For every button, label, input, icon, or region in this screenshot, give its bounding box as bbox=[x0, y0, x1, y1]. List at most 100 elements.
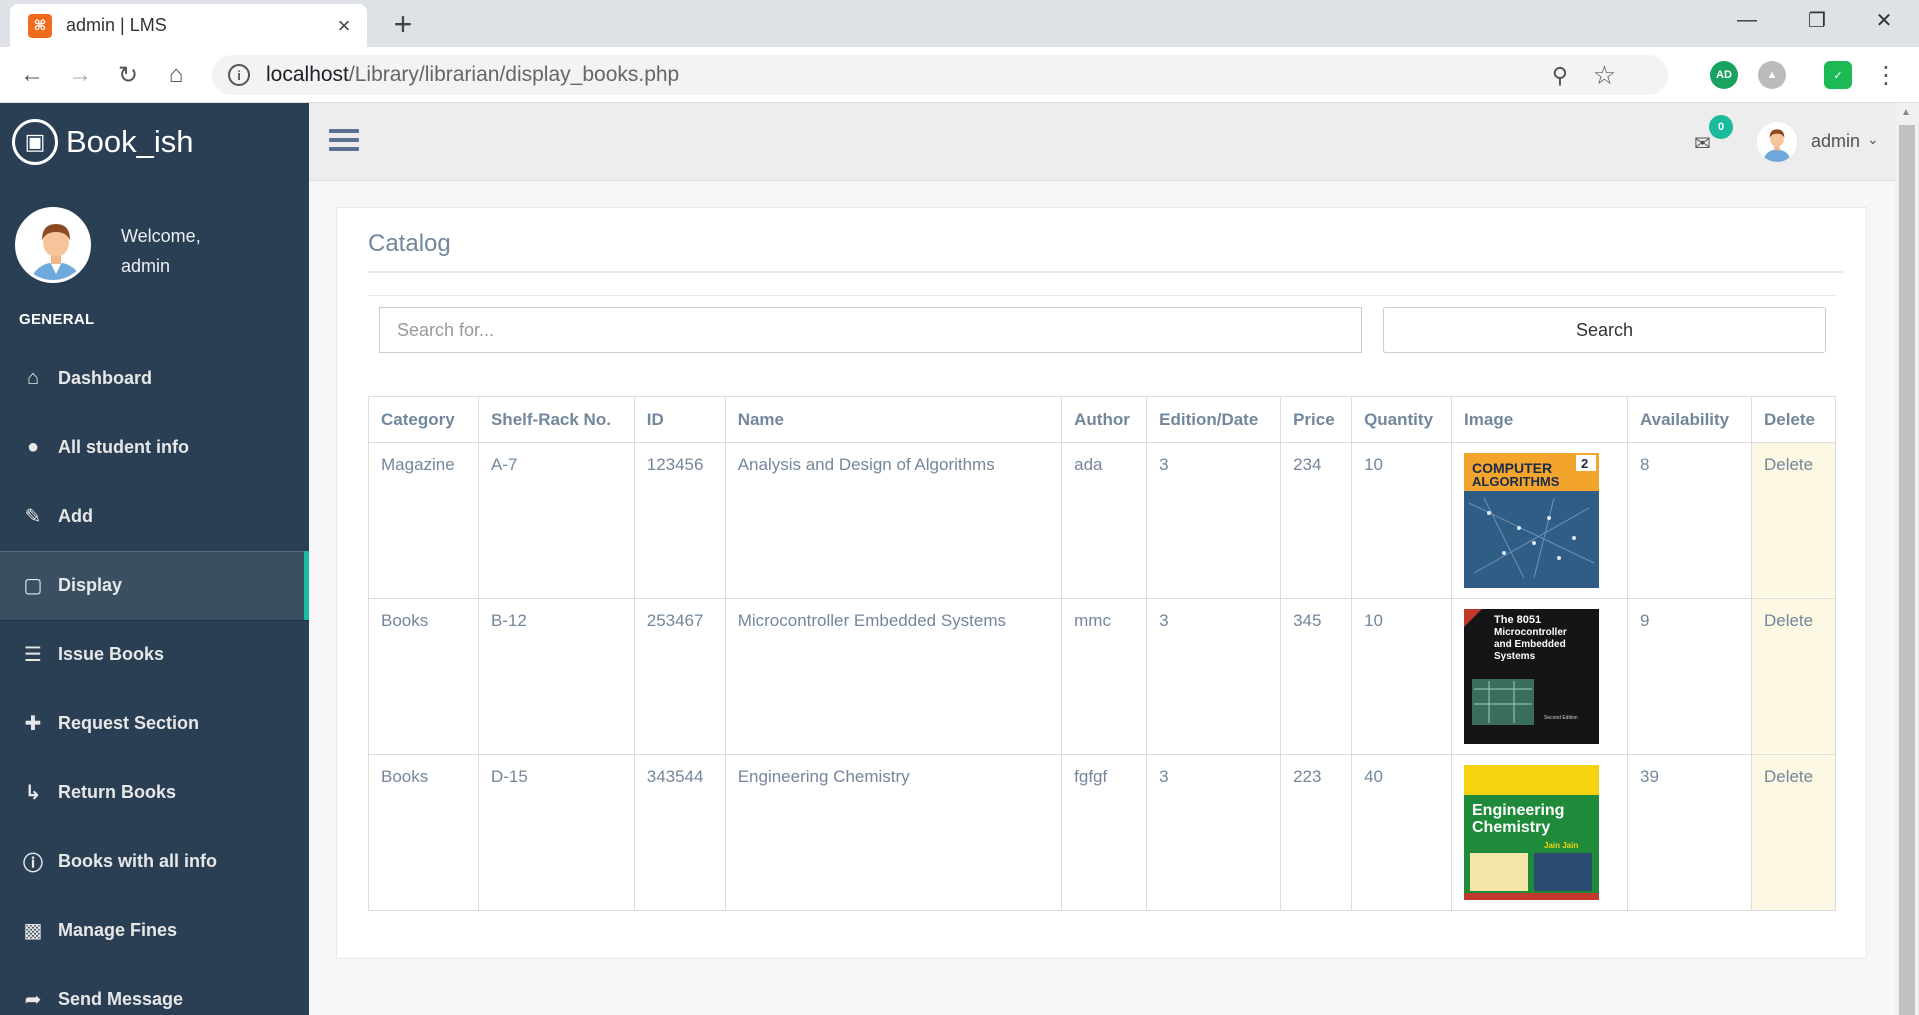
minimize-icon[interactable]: — bbox=[1712, 0, 1782, 40]
delete-link[interactable]: Delete bbox=[1750, 442, 1837, 599]
book-cover-engineering-chemistry: Engineering Chemistry Jain Jain bbox=[1464, 765, 1600, 900]
user-menu-name[interactable]: admin bbox=[1811, 131, 1860, 152]
close-tab-icon[interactable]: × bbox=[329, 13, 359, 39]
restore-icon[interactable]: ❐ bbox=[1782, 0, 1852, 40]
sidebar-item-send-message[interactable]: ➦ Send Message bbox=[0, 965, 309, 1015]
column-header: Availability bbox=[1627, 396, 1752, 443]
svg-text:Chemistry: Chemistry bbox=[1472, 819, 1550, 836]
drive-extension-icon[interactable]: ▲ bbox=[1758, 61, 1786, 89]
top-nav: ✉ 0 admin ⌄ bbox=[309, 103, 1895, 181]
name-cell: Analysis and Design of Algorithms bbox=[724, 442, 1063, 599]
scroll-thumb[interactable] bbox=[1899, 125, 1915, 1015]
book-cover-8051-microcontroller: The 8051 Microcontroller and Embedded Sy… bbox=[1464, 609, 1600, 744]
column-header: Edition/Date bbox=[1146, 396, 1282, 443]
mail-icon[interactable]: ✉ bbox=[1694, 131, 1711, 156]
plus-icon: ✚ bbox=[24, 713, 42, 735]
sidebar-item-issue-books[interactable]: ☰ Issue Books bbox=[0, 620, 309, 689]
sidebar-item-display[interactable]: ▢ Display bbox=[0, 551, 309, 620]
svg-text:and Embedded: and Embedded bbox=[1494, 639, 1566, 650]
sidebar-item-request-section[interactable]: ✚ Request Section bbox=[0, 689, 309, 758]
browser-tab-strip: ⌘ admin | LMS × + — ❐ ✕ bbox=[0, 0, 1919, 47]
search-button[interactable]: Search bbox=[1383, 307, 1826, 353]
browser-menu-icon[interactable]: ⋮ bbox=[1868, 57, 1904, 93]
home-icon[interactable]: ⌂ bbox=[158, 57, 194, 93]
browser-tab[interactable]: ⌘ admin | LMS × bbox=[10, 4, 367, 47]
brand-name: Book_ish bbox=[66, 124, 194, 159]
svg-text:Engineering: Engineering bbox=[1472, 802, 1564, 819]
quantity-cell: 40 bbox=[1351, 754, 1453, 911]
column-header: Quantity bbox=[1351, 396, 1453, 443]
bookmark-star-icon[interactable]: ☆ bbox=[1593, 60, 1616, 91]
user-avatar[interactable] bbox=[1757, 122, 1797, 162]
page-title: Catalog bbox=[368, 230, 451, 257]
column-header: Shelf-Rack No. bbox=[477, 396, 635, 443]
new-tab-icon[interactable]: + bbox=[388, 6, 418, 43]
name-cell: Engineering Chemistry bbox=[724, 754, 1063, 911]
sidebar-item-return-books[interactable]: ↳ Return Books bbox=[0, 758, 309, 827]
category-cell: Books bbox=[368, 754, 479, 911]
mail-count-badge: 0 bbox=[1709, 115, 1733, 139]
column-header: Delete bbox=[1750, 396, 1837, 443]
address-bar[interactable]: i localhost/Library/librarian/display_bo… bbox=[212, 55, 1668, 95]
column-header: Author bbox=[1061, 396, 1148, 443]
sidebar-item-dashboard[interactable]: ⌂ Dashboard bbox=[0, 344, 309, 413]
money-icon: ▩ bbox=[23, 920, 43, 942]
site-info-icon[interactable]: i bbox=[228, 64, 250, 86]
page-scrollbar[interactable]: ▲ bbox=[1895, 103, 1919, 1015]
book-cover-computer-algorithms: COMPUTER ALGORITHMS 2 bbox=[1464, 453, 1600, 588]
column-header: Name bbox=[724, 396, 1063, 443]
profile-avatar bbox=[15, 207, 91, 283]
welcome-text: Welcome, admin bbox=[121, 221, 201, 281]
column-header: Image bbox=[1451, 396, 1628, 443]
chevron-down-icon[interactable]: ⌄ bbox=[1867, 131, 1879, 148]
search-input[interactable] bbox=[379, 307, 1362, 353]
column-header: Price bbox=[1280, 396, 1353, 443]
quantity-cell: 10 bbox=[1351, 598, 1453, 755]
back-icon[interactable]: ← bbox=[14, 57, 50, 93]
quantity-cell: 10 bbox=[1351, 442, 1453, 599]
edit-icon: ✎ bbox=[24, 506, 42, 528]
svg-text:Systems: Systems bbox=[1494, 651, 1536, 662]
level-down-icon: ↳ bbox=[24, 782, 42, 804]
catalog-panel: Catalog Search Category Shelf-Rack No. I… bbox=[336, 207, 1867, 959]
availability-cell: 9 bbox=[1627, 598, 1752, 755]
delete-link[interactable]: Delete bbox=[1750, 754, 1837, 911]
edition-cell: 3 bbox=[1146, 442, 1282, 599]
sidebar-item-manage-fines[interactable]: ▩ Manage Fines bbox=[0, 896, 309, 965]
id-cell: 343544 bbox=[633, 754, 726, 911]
user-icon: ● bbox=[26, 436, 40, 458]
availability-cell: 8 bbox=[1627, 442, 1752, 599]
svg-text:The 8051: The 8051 bbox=[1494, 614, 1541, 626]
welcome-username: admin bbox=[121, 256, 171, 276]
adblock-extension-icon[interactable]: AD bbox=[1710, 61, 1738, 89]
image-cell: Engineering Chemistry Jain Jain bbox=[1451, 754, 1628, 911]
availability-cell: 39 bbox=[1627, 754, 1752, 911]
edition-cell: 3 bbox=[1146, 598, 1282, 755]
shield-extension-icon[interactable]: ✓ bbox=[1824, 61, 1852, 89]
close-window-icon[interactable]: ✕ bbox=[1849, 0, 1919, 40]
share-icon: ➦ bbox=[24, 989, 42, 1011]
reload-icon[interactable]: ↻ bbox=[110, 57, 146, 93]
menu-toggle-icon[interactable] bbox=[329, 129, 359, 156]
delete-link[interactable]: Delete bbox=[1750, 598, 1837, 755]
brand-logo[interactable]: ▣ Book_ish bbox=[12, 119, 194, 165]
sidebar-item-books-with-all-info[interactable]: ⓘ Books with all info bbox=[0, 827, 309, 896]
price-cell: 345 bbox=[1280, 598, 1353, 755]
list-icon: ☰ bbox=[24, 644, 42, 666]
forward-icon[interactable]: → bbox=[62, 57, 98, 93]
category-cell: Books bbox=[368, 598, 479, 755]
svg-text:Jain Jain: Jain Jain bbox=[1544, 841, 1578, 850]
svg-text:2: 2 bbox=[1581, 456, 1588, 471]
menu-section-general: GENERAL bbox=[19, 311, 95, 328]
id-cell: 253467 bbox=[633, 598, 726, 755]
name-cell: Microcontroller Embedded Systems bbox=[724, 598, 1063, 755]
sidebar-menu: ⌂ Dashboard ● All student info ✎ Add ▢ D… bbox=[0, 344, 309, 1015]
scroll-up-icon[interactable]: ▲ bbox=[1901, 107, 1911, 118]
desktop-icon: ▢ bbox=[23, 575, 43, 597]
title-divider bbox=[368, 271, 1843, 273]
author-cell: fgfgf bbox=[1061, 754, 1148, 911]
sidebar-item-add[interactable]: ✎ Add bbox=[0, 482, 309, 551]
sidebar-item-all-student-info[interactable]: ● All student info bbox=[0, 413, 309, 482]
image-cell: COMPUTER ALGORITHMS 2 bbox=[1451, 442, 1628, 599]
zoom-icon[interactable]: ⚲ bbox=[1552, 63, 1568, 89]
